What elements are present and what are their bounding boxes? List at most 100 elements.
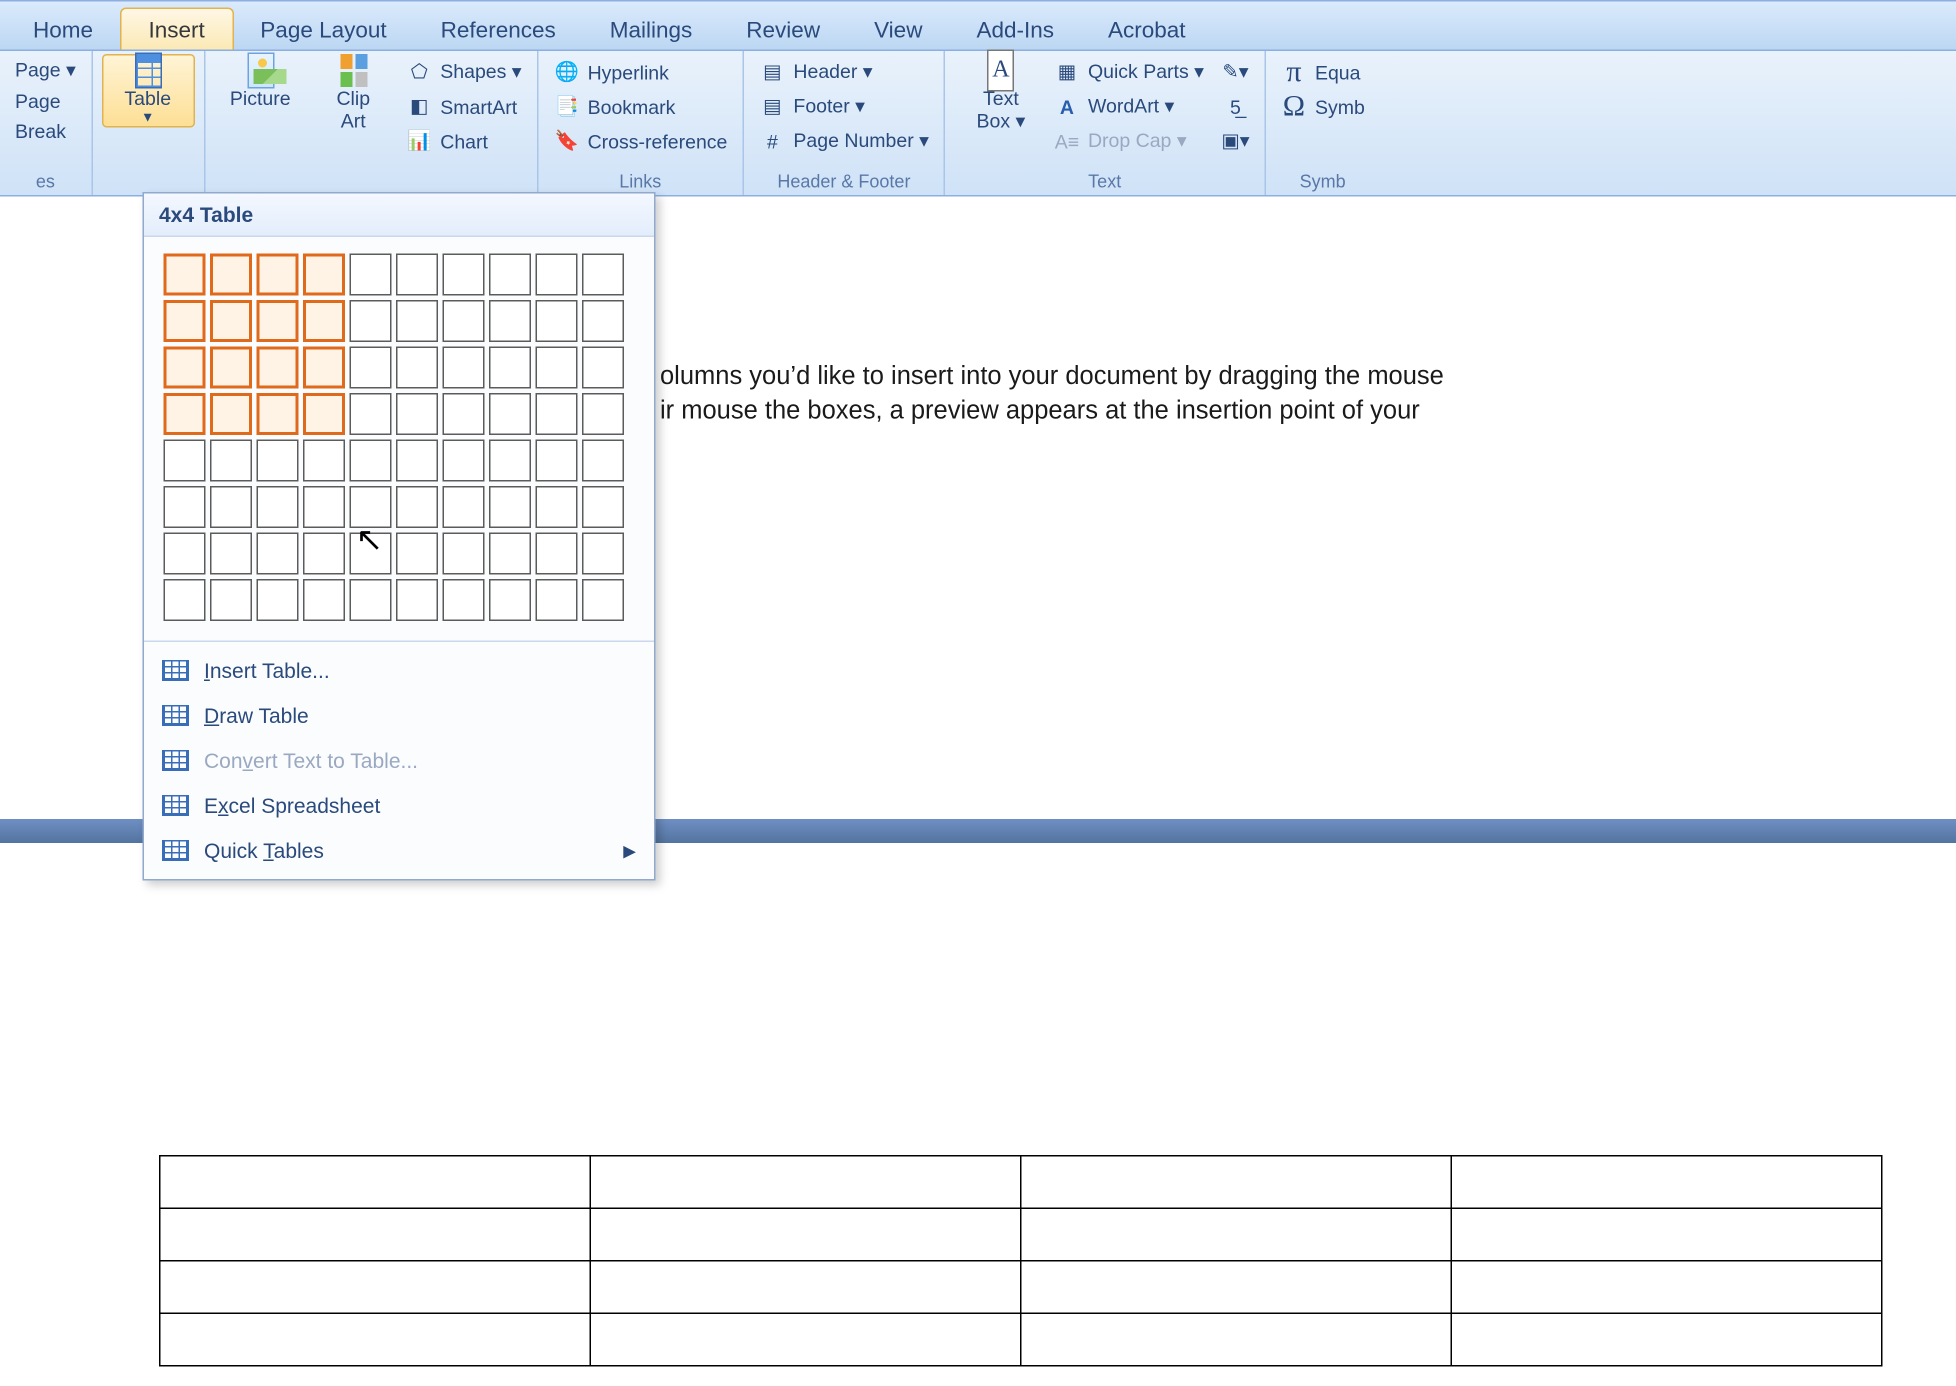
grid-cell[interactable] [303, 486, 345, 528]
grid-cell[interactable] [582, 579, 624, 621]
grid-cell[interactable] [164, 254, 206, 296]
grid-cell[interactable] [489, 579, 531, 621]
grid-cell[interactable] [396, 579, 438, 621]
grid-cell[interactable] [164, 486, 206, 528]
grid-cell[interactable] [210, 579, 252, 621]
grid-cell[interactable] [582, 300, 624, 342]
table-cell[interactable] [1451, 1261, 1882, 1314]
table-cell[interactable] [1021, 1208, 1452, 1261]
grid-cell[interactable] [303, 347, 345, 389]
table-cell[interactable] [1451, 1156, 1882, 1209]
grid-cell[interactable] [396, 347, 438, 389]
chart-button[interactable]: 📊Chart [400, 126, 528, 156]
cross-reference-button[interactable]: 🔖Cross-reference [547, 126, 733, 156]
tab-add-ins[interactable]: Add-Ins [949, 9, 1081, 50]
object-button[interactable]: ▣▾ [1216, 126, 1255, 156]
grid-cell[interactable] [396, 254, 438, 296]
grid-cell[interactable] [536, 254, 578, 296]
grid-cell[interactable] [396, 300, 438, 342]
grid-cell[interactable] [257, 533, 299, 575]
picture-button[interactable]: Picture [214, 54, 307, 113]
menu-item-draw-table[interactable]: Draw Table [144, 693, 654, 738]
grid-cell[interactable] [582, 486, 624, 528]
grid-cell[interactable] [489, 300, 531, 342]
grid-cell[interactable] [164, 347, 206, 389]
grid-cell[interactable] [164, 579, 206, 621]
grid-cell[interactable] [489, 393, 531, 435]
equation-button[interactable]: πEqua [1274, 57, 1370, 87]
grid-cell[interactable] [582, 347, 624, 389]
grid-cell[interactable] [489, 347, 531, 389]
grid-cell[interactable] [443, 300, 485, 342]
date-time-button[interactable]: 5̲ [1216, 92, 1255, 122]
grid-cell[interactable] [210, 486, 252, 528]
grid-cell[interactable] [303, 440, 345, 482]
grid-cell[interactable] [536, 300, 578, 342]
grid-cell[interactable] [443, 393, 485, 435]
symbol-button[interactable]: ΩSymb [1274, 92, 1370, 122]
grid-cell[interactable] [164, 393, 206, 435]
grid-cell[interactable] [257, 579, 299, 621]
grid-cell[interactable] [489, 486, 531, 528]
table-cell[interactable] [1021, 1261, 1452, 1314]
grid-cell[interactable] [210, 440, 252, 482]
grid-cell[interactable] [582, 393, 624, 435]
grid-cell[interactable] [210, 533, 252, 575]
grid-cell[interactable] [303, 579, 345, 621]
hyperlink-button[interactable]: 🌐Hyperlink [547, 57, 733, 87]
table-cell[interactable] [1021, 1156, 1452, 1209]
menu-item-excel-spreadsheet[interactable]: Excel Spreadsheet [144, 783, 654, 828]
grid-cell[interactable] [350, 347, 392, 389]
grid-cell[interactable] [536, 579, 578, 621]
grid-cell[interactable] [303, 393, 345, 435]
table-button[interactable]: Table ▼ [101, 54, 194, 128]
grid-cell[interactable] [257, 300, 299, 342]
grid-cell[interactable] [443, 533, 485, 575]
grid-cell[interactable] [350, 579, 392, 621]
wordart-button[interactable]: AWordArt ▾ [1047, 92, 1209, 122]
grid-cell[interactable] [396, 393, 438, 435]
tab-review[interactable]: Review [719, 9, 847, 50]
smartart-button[interactable]: ◧SmartArt [400, 92, 528, 122]
grid-cell[interactable] [536, 347, 578, 389]
grid-cell[interactable] [443, 347, 485, 389]
grid-cell[interactable] [396, 440, 438, 482]
blank-page-button[interactable]: Page [9, 89, 67, 115]
grid-cell[interactable] [303, 254, 345, 296]
header-button[interactable]: ▤Header ▾ [753, 57, 935, 87]
drop-cap-button[interactable]: A≡Drop Cap ▾ [1047, 126, 1209, 156]
tab-home[interactable]: Home [6, 9, 120, 50]
table-cell[interactable] [590, 1208, 1021, 1261]
grid-cell[interactable] [582, 533, 624, 575]
tab-references[interactable]: References [414, 9, 583, 50]
tab-page-layout[interactable]: Page Layout [233, 9, 413, 50]
grid-cell[interactable] [536, 440, 578, 482]
grid-cell[interactable] [350, 440, 392, 482]
grid-cell[interactable] [443, 486, 485, 528]
grid-cell[interactable] [257, 486, 299, 528]
grid-cell[interactable] [257, 440, 299, 482]
grid-cell[interactable] [210, 300, 252, 342]
table-cell[interactable] [590, 1156, 1021, 1209]
menu-item-insert-table[interactable]: Insert Table... [144, 648, 654, 693]
grid-cell[interactable] [396, 486, 438, 528]
grid-cell[interactable] [257, 393, 299, 435]
table-cell[interactable] [590, 1313, 1021, 1366]
grid-cell[interactable] [489, 533, 531, 575]
grid-cell[interactable] [489, 440, 531, 482]
cover-page-button[interactable]: Page ▾ [9, 57, 82, 84]
inserted-table-preview[interactable] [159, 1155, 1883, 1367]
grid-cell[interactable] [164, 533, 206, 575]
grid-cell[interactable] [350, 533, 392, 575]
grid-cell[interactable] [257, 347, 299, 389]
quick-parts-button[interactable]: ▦Quick Parts ▾ [1047, 57, 1209, 87]
page-break-button[interactable]: Break [9, 119, 72, 145]
grid-cell[interactable] [350, 393, 392, 435]
clip-art-button[interactable]: Clip Art [307, 54, 400, 135]
grid-cell[interactable] [350, 300, 392, 342]
tab-view[interactable]: View [847, 9, 949, 50]
table-cell[interactable] [160, 1261, 591, 1314]
grid-cell[interactable] [582, 254, 624, 296]
grid-cell[interactable] [303, 300, 345, 342]
table-size-grid[interactable] [144, 237, 654, 641]
